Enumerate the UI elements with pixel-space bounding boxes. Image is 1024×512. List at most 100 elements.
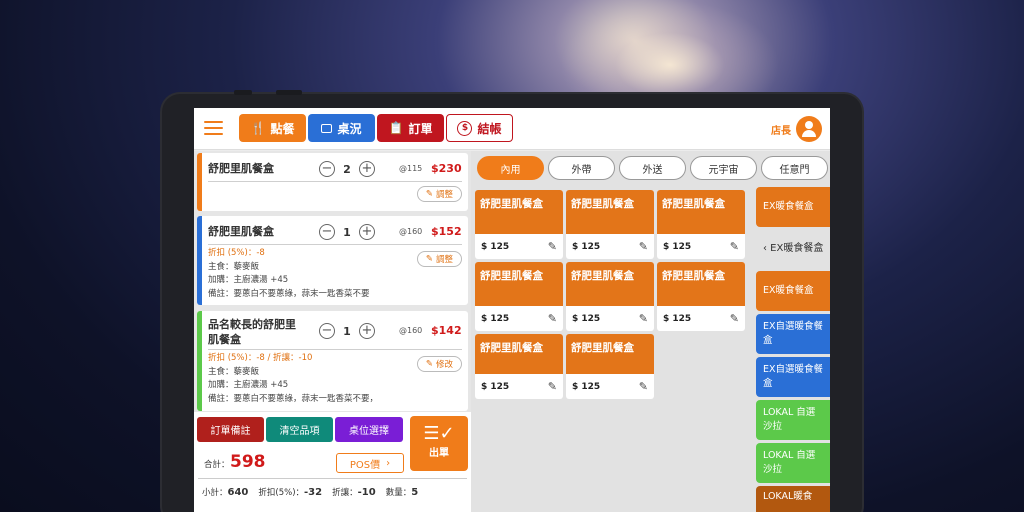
item-name: 品名較長的舒肥里肌餐盒 <box>208 318 296 346</box>
order-item[interactable]: 舒肥里肌餐盒 − 1 + @160 $152 折扣 (5%)：-8 主食：藜麥飯… <box>197 216 468 305</box>
product-tile[interactable]: 舒肥里肌餐盒 $ 125 ✎ <box>566 262 654 331</box>
category-item[interactable]: EX自選暖食餐盒 <box>756 314 830 354</box>
plus-icon[interactable]: + <box>359 161 375 177</box>
unit-price: @115 <box>399 164 423 173</box>
category-item[interactable]: LOKAL 自選沙拉 <box>756 400 830 440</box>
allowance-label: 折讓： <box>332 488 358 498</box>
adjust-button[interactable]: ✎ 調整 <box>416 251 462 267</box>
tab-anywhere-door[interactable]: 任意門 <box>761 156 828 180</box>
hamburger-menu-icon[interactable] <box>204 121 223 135</box>
tablet-button <box>276 90 302 95</box>
plus-icon[interactable]: + <box>359 224 375 240</box>
tab-checkout-label: 結帳 <box>477 121 502 136</box>
monitor-icon <box>321 123 333 133</box>
item-name: 舒肥里肌餐盒 <box>208 162 274 175</box>
product-price: $ 125 <box>663 241 692 252</box>
item-qty: 1 <box>343 225 351 239</box>
product-price: $ 125 <box>481 241 510 252</box>
product-name: 舒肥里肌餐盒 <box>566 190 654 234</box>
tab-orders[interactable]: 📋 訂單 <box>377 114 444 142</box>
tab-metaverse[interactable]: 元宇宙 <box>690 156 757 180</box>
allowance-value: -10 <box>357 487 376 498</box>
product-tile[interactable]: 舒肥里肌餐盒 $ 125 ✎ <box>475 262 563 331</box>
product-tile[interactable]: 舒肥里肌餐盒 $ 125 ✎ <box>657 262 745 331</box>
order-note-button[interactable]: 訂單備註 <box>197 417 264 442</box>
modify-button-label: 修改 <box>435 360 453 370</box>
item-note: 備註：要蔥白不要蔥綠，蒜末一匙香菜不要 <box>208 288 370 299</box>
quantity-stepper[interactable]: − 1 + <box>319 323 375 339</box>
pencil-icon: ✎ <box>425 189 433 199</box>
item-discount: 折扣 (5%)：-8 <box>208 248 265 258</box>
pos-price-button[interactable]: POS價 › <box>336 453 404 473</box>
tab-dine-in[interactable]: 內用 <box>477 156 544 180</box>
tab-order-label: 點餐 <box>270 121 295 136</box>
category-item[interactable]: LOKAL暖食 <box>756 486 830 512</box>
app-header: 🍴 點餐 桌況 📋 訂單 $ 結帳 店長 <box>194 108 830 150</box>
pencil-icon[interactable]: ✎ <box>730 312 739 325</box>
tab-takeout[interactable]: 外帶 <box>548 156 615 180</box>
pencil-icon[interactable]: ✎ <box>639 240 648 253</box>
minus-icon[interactable]: − <box>319 224 335 240</box>
item-qty: 1 <box>343 324 351 338</box>
subtotal-value: 640 <box>227 487 249 498</box>
order-item[interactable]: 品名較長的舒肥里肌餐盒 − 1 + @160 $142 折扣 (5%)：-8 /… <box>197 311 468 411</box>
modify-button[interactable]: ✎ 修改 <box>416 356 462 372</box>
utensils-icon: 🍴 <box>250 121 266 135</box>
quantity-stepper[interactable]: − 1 + <box>319 224 375 240</box>
category-item[interactable]: LOKAL 自選沙拉 <box>756 443 830 483</box>
total-value: 598 <box>230 452 266 472</box>
category-back-item[interactable]: ‹ EX暖食餐盒 <box>756 234 830 264</box>
minus-icon[interactable]: − <box>319 161 335 177</box>
pencil-icon[interactable]: ✎ <box>639 312 648 325</box>
clear-items-button[interactable]: 清空品項 <box>266 417 333 442</box>
adjust-button[interactable]: ✎ 調整 <box>416 186 462 202</box>
product-tile[interactable]: 舒肥里肌餐盒 $ 125 ✎ <box>566 334 654 399</box>
category-item[interactable]: EX暖食餐盒 <box>756 271 830 311</box>
count-label: 數量： <box>385 488 412 498</box>
tab-order[interactable]: 🍴 點餐 <box>239 114 306 142</box>
tablet-device: 🍴 點餐 桌況 📋 訂單 $ 結帳 店長 舒肥里肌餐盒 − 2 + @115 $… <box>162 90 862 512</box>
user-avatar-icon[interactable] <box>796 116 822 142</box>
pencil-icon[interactable]: ✎ <box>730 240 739 253</box>
product-name: 舒肥里肌餐盒 <box>566 334 654 374</box>
minus-icon[interactable]: − <box>319 323 335 339</box>
pencil-icon[interactable]: ✎ <box>548 240 557 253</box>
discount-label: 折扣(5%)： <box>258 488 305 498</box>
item-details: 折扣 (5%)：-8 主食：藜麥飯 加購：主廚濃湯 +45 備註：要蔥白不要蔥綠… <box>208 247 370 301</box>
product-name: 舒肥里肌餐盒 <box>566 262 654 306</box>
submit-order-button[interactable]: ☰✓ 出單 <box>410 416 468 471</box>
product-name: 舒肥里肌餐盒 <box>475 334 563 374</box>
user-role: 店長 <box>771 126 791 137</box>
tab-table-status[interactable]: 桌況 <box>308 114 375 142</box>
product-price: $ 125 <box>572 313 601 324</box>
pencil-icon: ✎ <box>425 359 433 369</box>
category-item[interactable]: EX自選暖食餐盒 <box>756 357 830 397</box>
pos-price-label: POS價 <box>349 459 381 471</box>
pencil-icon[interactable]: ✎ <box>548 380 557 393</box>
item-discount: 折扣 (5%)：-8 / 折讓：-10 <box>208 353 313 363</box>
quantity-stepper[interactable]: − 2 + <box>319 161 375 177</box>
item-addon: 加購：主廚濃湯 +45 <box>208 380 289 390</box>
item-addon: 加購：主廚濃湯 +45 <box>208 275 289 285</box>
order-item[interactable]: 舒肥里肌餐盒 − 2 + @115 $230 ✎ 調整 <box>197 153 468 211</box>
item-price: $230 <box>431 162 462 175</box>
item-qty: 2 <box>343 162 351 176</box>
plus-icon[interactable]: + <box>359 323 375 339</box>
product-price: $ 125 <box>572 381 601 392</box>
product-tile[interactable]: 舒肥里肌餐盒 $ 125 ✎ <box>475 334 563 399</box>
pencil-icon[interactable]: ✎ <box>548 312 557 325</box>
product-name: 舒肥里肌餐盒 <box>475 190 563 234</box>
tab-orders-label: 訂單 <box>408 121 433 136</box>
category-item[interactable]: EX暖食餐盒 <box>756 187 830 227</box>
tab-checkout[interactable]: $ 結帳 <box>446 114 513 142</box>
select-table-button[interactable]: 桌位選擇 <box>335 417 403 442</box>
pencil-icon[interactable]: ✎ <box>639 380 648 393</box>
product-tile[interactable]: 舒肥里肌餐盒 $ 125 ✎ <box>657 190 745 259</box>
pencil-icon: ✎ <box>425 254 433 264</box>
product-price: $ 125 <box>572 241 601 252</box>
product-tile[interactable]: 舒肥里肌餐盒 $ 125 ✎ <box>566 190 654 259</box>
product-price: $ 125 <box>481 381 510 392</box>
tab-delivery[interactable]: 外送 <box>619 156 686 180</box>
product-tile[interactable]: 舒肥里肌餐盒 $ 125 ✎ <box>475 190 563 259</box>
unit-price: @160 <box>399 326 423 335</box>
